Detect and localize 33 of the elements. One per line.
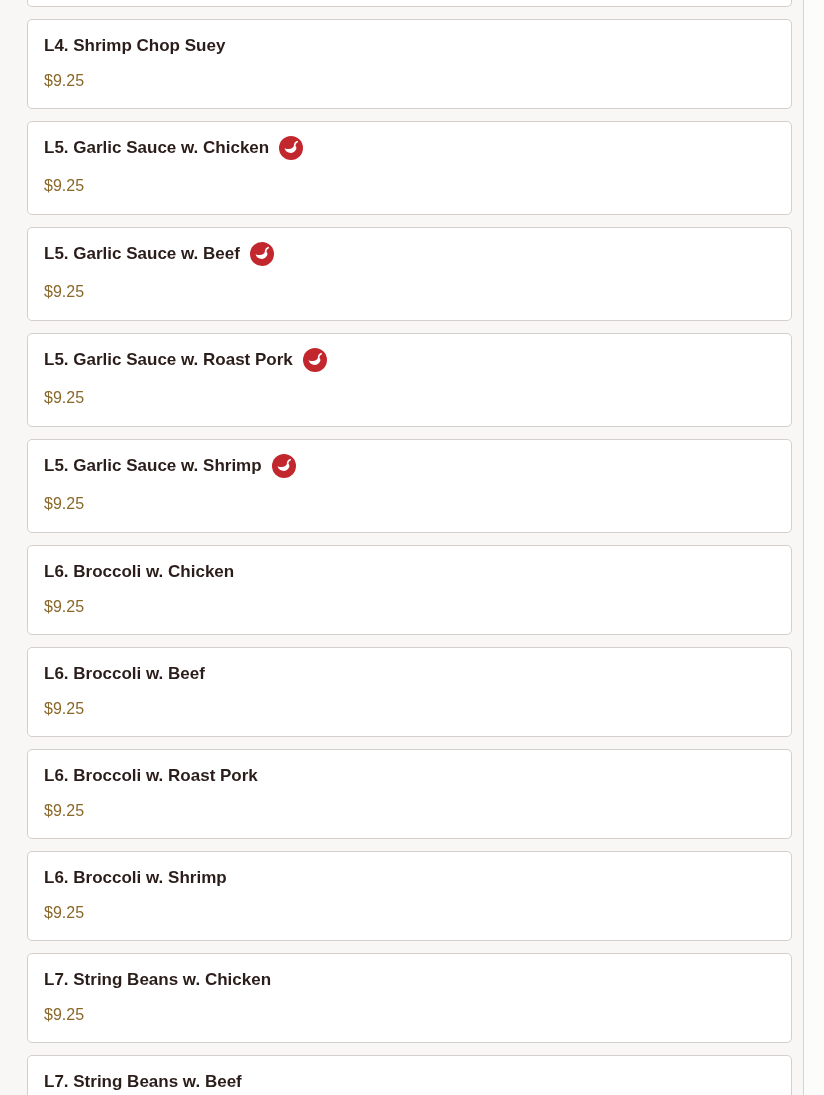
item-price: $9.25 [44, 903, 85, 923]
menu-item-card[interactable]: L6. Broccoli w. Beef $9.25 [27, 647, 792, 737]
item-price: $9.25 [44, 388, 85, 408]
menu-item-card[interactable]: L6. Broccoli w. Roast Pork $9.25 [27, 749, 792, 839]
item-name: L5. Garlic Sauce w. Shrimp [44, 455, 262, 477]
item-name: L7. String Beans w. Beef [44, 1071, 242, 1093]
item-price: $9.25 [44, 1005, 85, 1025]
menu-item-card[interactable] [27, 0, 792, 7]
item-name: L5. Garlic Sauce w. Chicken [44, 137, 270, 159]
item-price: $9.25 [44, 282, 85, 302]
item-price: $9.25 [44, 71, 85, 91]
item-price: $9.25 [44, 699, 85, 719]
item-name: L5. Garlic Sauce w. Roast Pork [44, 349, 293, 371]
item-name: L6. Broccoli w. Roast Pork [44, 765, 258, 787]
item-price: $9.25 [44, 597, 85, 617]
menu-item-card[interactable]: L5. Garlic Sauce w. Chicken $9.25 [27, 121, 792, 215]
menu-item-card[interactable]: L5. Garlic Sauce w. Beef $9.25 [27, 227, 792, 321]
menu-item-card[interactable]: L6. Broccoli w. Chicken $9.25 [27, 545, 792, 635]
item-name: L5. Garlic Sauce w. Beef [44, 243, 240, 265]
menu-item-card[interactable]: L5. Garlic Sauce w. Shrimp $9.25 [27, 439, 792, 533]
menu-item-card[interactable]: L7. String Beans w. Beef [27, 1055, 792, 1095]
menu-item-card[interactable]: L7. String Beans w. Chicken $9.25 [27, 953, 792, 1043]
item-name: L6. Broccoli w. Chicken [44, 561, 235, 583]
item-price: $9.25 [44, 494, 85, 514]
menu-item-card[interactable]: L4. Shrimp Chop Suey $9.25 [27, 19, 792, 109]
item-price: $9.25 [44, 176, 85, 196]
item-price: $9.25 [44, 801, 85, 821]
item-name: L7. String Beans w. Chicken [44, 969, 272, 991]
menu-item-card[interactable]: L5. Garlic Sauce w. Roast Pork $9.25 [27, 333, 792, 427]
item-name: L6. Broccoli w. Shrimp [44, 867, 227, 889]
menu-item-card[interactable]: L6. Broccoli w. Shrimp $9.25 [27, 851, 792, 941]
item-name: L4. Shrimp Chop Suey [44, 35, 226, 57]
item-name: L6. Broccoli w. Beef [44, 663, 205, 685]
